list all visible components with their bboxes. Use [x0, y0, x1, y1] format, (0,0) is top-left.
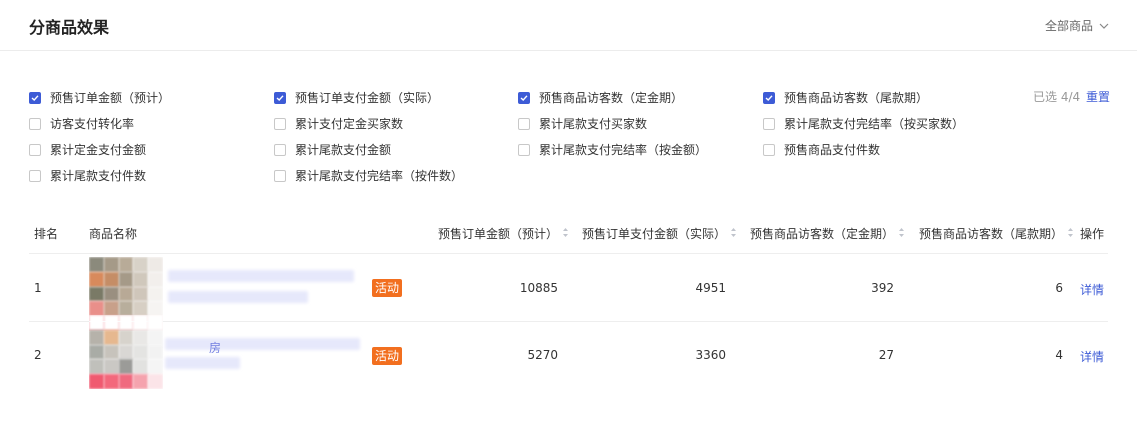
metric-label: 累计尾款支付金额	[295, 143, 392, 157]
checkbox[interactable]	[29, 91, 41, 104]
column-header-col1[interactable]: 预售订单金额（预计）	[438, 225, 569, 242]
metric-label: 访客支付转化率	[50, 117, 135, 131]
column-header-rank: 排名	[34, 225, 58, 242]
product-name-redacted	[165, 338, 360, 350]
selected-count: 已选 4/4	[1033, 90, 1081, 104]
column-header-label: 预售订单金额（预计）	[438, 227, 559, 241]
checkbox[interactable]	[518, 91, 530, 104]
metric-label: 累计尾款支付完结率（按件数）	[295, 169, 464, 183]
metric-label: 累计尾款支付完结率（按买家数）	[784, 117, 965, 131]
metric-option[interactable]: 累计尾款支付买家数	[518, 115, 647, 132]
metric-value-col1: 10885	[519, 281, 558, 295]
product-thumbnail[interactable]	[89, 315, 163, 389]
check-icon	[276, 94, 284, 101]
metric-value-col3: 392	[871, 281, 894, 295]
metric-option[interactable]: 累计支付定金买家数	[274, 115, 403, 132]
column-header-col3[interactable]: 预售商品访客数（定金期）	[750, 225, 905, 242]
metric-label: 累计支付定金买家数	[295, 117, 404, 131]
metric-option[interactable]: 预售商品支付件数	[763, 141, 880, 158]
sort-icon[interactable]	[562, 227, 569, 241]
metric-label: 预售订单金额（预计）	[50, 91, 171, 105]
activity-tag: 活动	[372, 347, 403, 365]
metric-value-col4: 4	[1055, 348, 1063, 362]
column-header-name: 商品名称	[89, 225, 137, 242]
column-header-action: 操作	[1080, 225, 1104, 242]
checkbox[interactable]	[29, 143, 41, 156]
sort-icon[interactable]	[730, 227, 737, 241]
divider	[29, 321, 1108, 322]
column-header-label: 预售商品访客数（尾款期）	[919, 227, 1064, 241]
metric-option[interactable]: 累计定金支付金额	[29, 141, 146, 158]
metric-label: 预售商品访客数（定金期）	[539, 91, 684, 105]
metric-value-col2: 3360	[695, 348, 726, 362]
metric-label: 预售商品支付件数	[784, 143, 881, 157]
checkbox[interactable]	[518, 143, 530, 156]
detail-link[interactable]: 详情	[1080, 281, 1104, 298]
checkbox[interactable]	[29, 169, 41, 182]
metric-option[interactable]: 预售订单金额（预计）	[29, 89, 170, 106]
metric-label: 预售商品访客数（尾款期）	[784, 91, 929, 105]
sort-icon[interactable]	[898, 227, 905, 241]
detail-link[interactable]: 详情	[1080, 348, 1104, 365]
column-header-label: 预售订单支付金额（实际）	[582, 227, 727, 241]
product-name-redacted	[168, 270, 354, 282]
metric-option[interactable]: 累计尾款支付件数	[29, 167, 146, 184]
checkbox[interactable]	[29, 117, 41, 130]
product-name-redacted	[165, 357, 240, 369]
rank-cell: 1	[34, 281, 42, 295]
metric-label: 累计尾款支付件数	[50, 169, 147, 183]
checkbox[interactable]	[518, 117, 530, 130]
metric-label: 累计尾款支付完结率（按金额）	[539, 143, 708, 157]
checkbox[interactable]	[274, 143, 286, 156]
metric-label: 累计尾款支付买家数	[539, 117, 648, 131]
metric-option[interactable]: 累计尾款支付完结率（按金额）	[518, 141, 707, 158]
metric-label: 预售订单支付金额（实际）	[295, 91, 440, 105]
checkbox[interactable]	[274, 91, 286, 104]
product-name-redacted	[168, 291, 308, 303]
checkbox[interactable]	[763, 91, 775, 104]
metric-option[interactable]: 预售商品访客数（定金期）	[518, 89, 683, 106]
column-header-label: 商品名称	[89, 227, 138, 241]
column-header-label: 操作	[1080, 227, 1105, 241]
metric-option[interactable]: 累计尾款支付金额	[274, 141, 391, 158]
metric-option[interactable]: 累计尾款支付完结率（按件数）	[274, 167, 463, 184]
checkbox[interactable]	[274, 169, 286, 182]
metric-label: 累计定金支付金额	[50, 143, 147, 157]
metric-option[interactable]: 访客支付转化率	[29, 115, 134, 132]
column-header-col2[interactable]: 预售订单支付金额（实际）	[582, 225, 737, 242]
metric-selector: 预售订单金额（预计） 预售订单支付金额（实际） 预售商品访客数（定金期） 预售商…	[0, 0, 1137, 190]
metric-value-col1: 5270	[527, 348, 558, 362]
reset-button[interactable]: 重置	[1086, 88, 1110, 105]
sort-icon[interactable]	[1067, 227, 1074, 241]
column-header-label: 预售商品访客数（定金期）	[750, 227, 895, 241]
metric-option[interactable]: 预售订单支付金额（实际）	[274, 89, 439, 106]
checkbox[interactable]	[763, 143, 775, 156]
check-icon	[520, 94, 528, 101]
column-header-col4[interactable]: 预售商品访客数（尾款期）	[919, 225, 1074, 242]
checkbox[interactable]	[274, 117, 286, 130]
checkbox[interactable]	[763, 117, 775, 130]
check-icon	[31, 94, 39, 101]
metric-value-col3: 27	[878, 348, 894, 362]
product-name-fragment: 房	[209, 341, 222, 355]
activity-tag: 活动	[372, 279, 403, 297]
metric-value-col2: 4951	[695, 281, 726, 295]
divider	[29, 253, 1108, 254]
metric-option[interactable]: 累计尾款支付完结率（按买家数）	[763, 115, 964, 132]
metric-value-col4: 6	[1055, 281, 1063, 295]
metric-option[interactable]: 预售商品访客数（尾款期）	[763, 89, 928, 106]
column-header-label: 排名	[34, 227, 59, 241]
check-icon	[765, 94, 773, 101]
rank-cell: 2	[34, 348, 42, 362]
